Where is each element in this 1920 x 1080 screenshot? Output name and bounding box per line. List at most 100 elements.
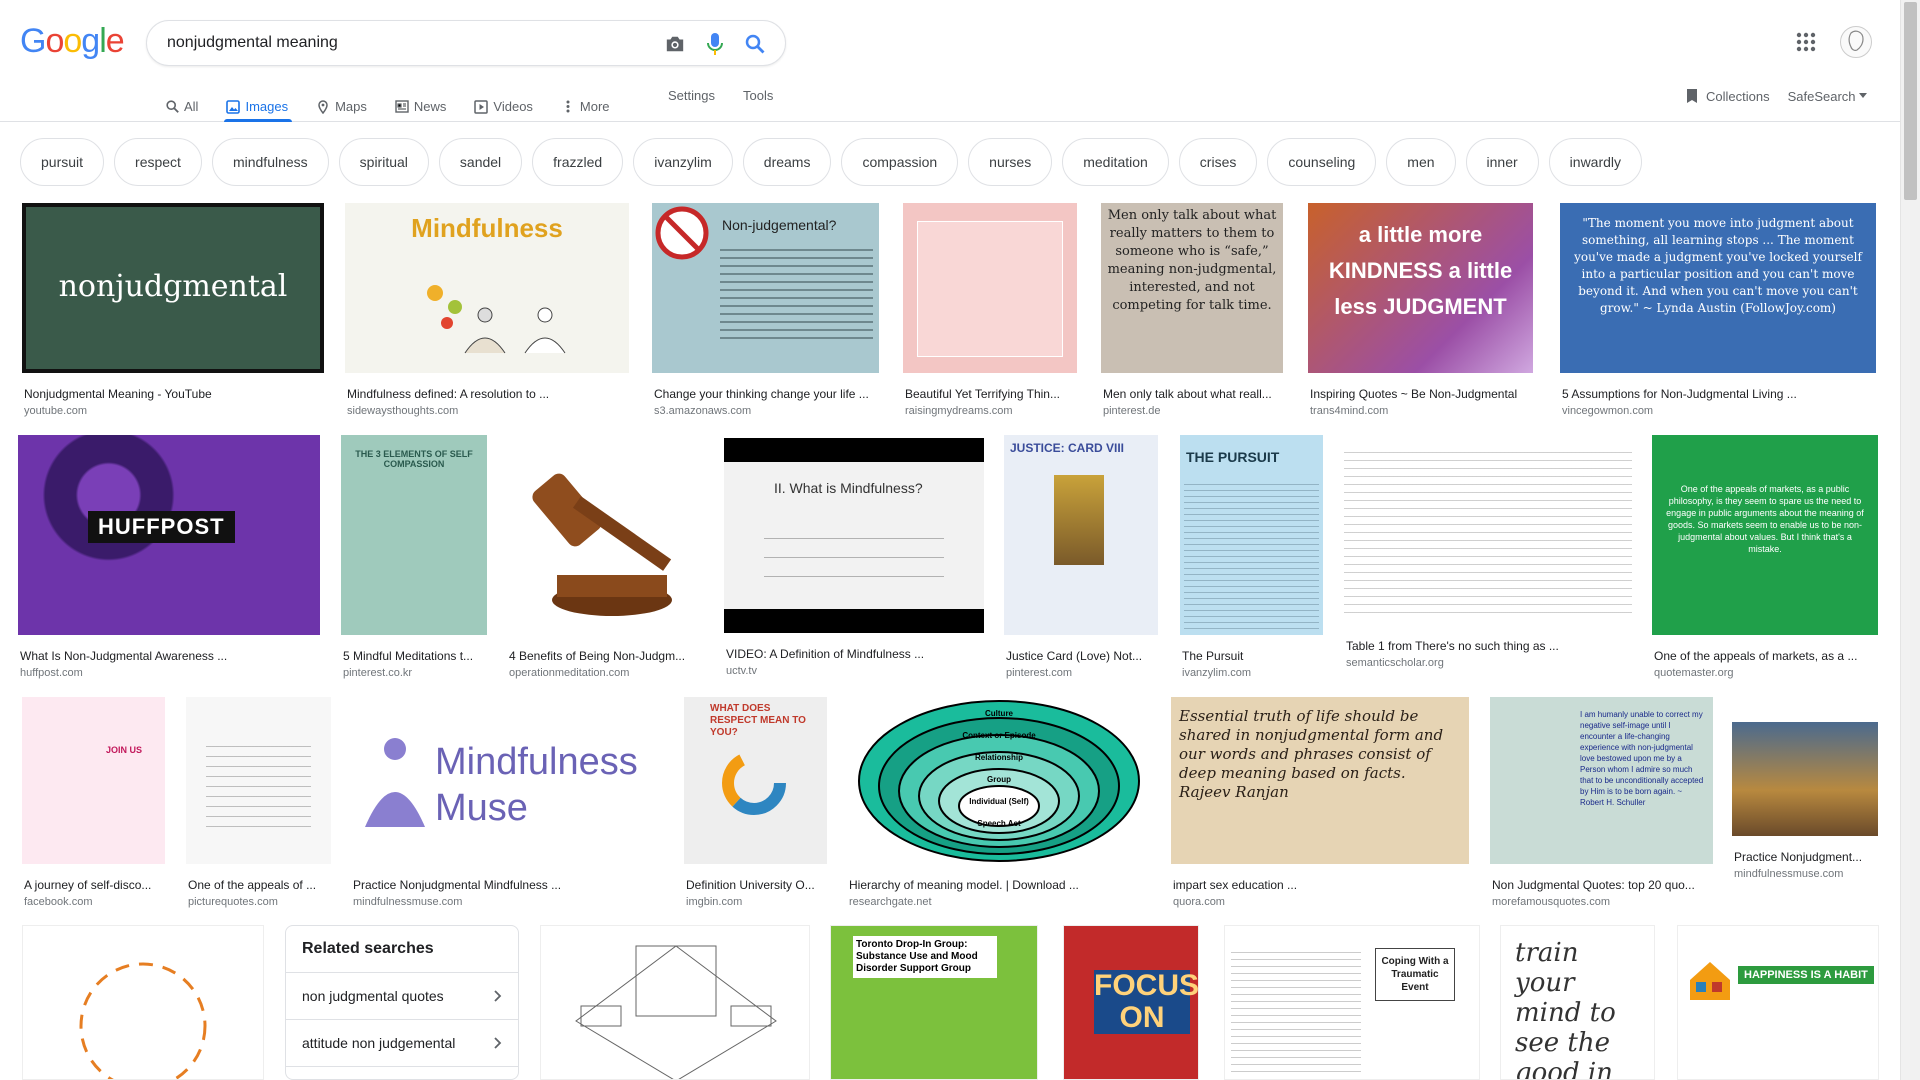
image-title[interactable]: One of the appeals of markets, as a ... [1654, 649, 1876, 663]
image-result[interactable]: WHAT DOES RESPECT MEAN TO YOU? Definition… [684, 697, 827, 920]
tab-news[interactable]: News [395, 88, 446, 122]
image-thumbnail[interactable]: Men only talk about what really matters … [1101, 203, 1283, 373]
image-source[interactable]: huffpost.com [20, 667, 83, 679]
image-thumbnail[interactable]: II. What is Mindfulness? [724, 438, 984, 633]
search-icon[interactable] [743, 32, 767, 56]
apps-grid-icon[interactable] [1794, 30, 1818, 54]
camera-icon[interactable] [663, 32, 687, 56]
tab-videos[interactable]: Videos [474, 88, 533, 122]
image-thumbnail[interactable]: Non-judgemental? [652, 203, 879, 373]
image-source[interactable]: quotemaster.org [1654, 667, 1734, 679]
image-source[interactable]: quora.com [1173, 896, 1225, 908]
image-thumbnail[interactable]: "The moment you move into judgment about… [1560, 203, 1876, 373]
image-title[interactable]: Definition University O... [686, 878, 825, 892]
image-source[interactable]: uctv.tv [726, 665, 757, 677]
chip-dreams[interactable]: dreams [742, 138, 832, 186]
image-source[interactable]: pinterest.co.kr [343, 667, 412, 679]
related-search-item[interactable] [286, 1066, 518, 1080]
image-result[interactable]: Mindfulness Muse Practice Nonjudgmental M… [351, 697, 663, 920]
image-thumbnail[interactable] [507, 435, 704, 635]
image-thumbnail[interactable] [1732, 722, 1878, 836]
chip-frazzled[interactable]: frazzled [532, 138, 624, 186]
image-source[interactable]: pinterest.com [1006, 667, 1072, 679]
image-source[interactable]: trans4mind.com [1310, 405, 1388, 417]
image-thumbnail[interactable]: FOCUS ON [1063, 925, 1199, 1080]
chip-counseling[interactable]: counseling [1267, 138, 1377, 186]
collections-button[interactable]: Collections [1686, 88, 1770, 104]
image-thumbnail[interactable]: One of the appeals of markets, as a publ… [1652, 435, 1878, 635]
image-thumbnail[interactable] [22, 925, 264, 1080]
image-thumbnail[interactable] [540, 925, 810, 1080]
search-input[interactable] [167, 32, 647, 54]
image-thumbnail[interactable] [903, 203, 1077, 373]
image-thumbnail[interactable]: Coping With a Traumatic Event [1224, 925, 1480, 1080]
related-search-item[interactable]: non judgmental quotes [286, 972, 518, 1018]
image-result[interactable]: 4 Benefits of Being Non-Judgm... operatio… [507, 435, 704, 691]
image-title[interactable]: The Pursuit [1182, 649, 1321, 663]
google-logo[interactable]: Google [20, 22, 125, 61]
tab-images[interactable]: Images [224, 88, 292, 122]
image-result[interactable]: JOIN US A journey of self-disco... faceboo… [22, 697, 165, 920]
tab-more[interactable]: More [561, 88, 610, 122]
image-result[interactable]: Practice Nonjudgment... mindfulnessmuse.c… [1732, 722, 1878, 892]
image-source[interactable]: picturequotes.com [188, 896, 278, 908]
chip-meditation[interactable]: meditation [1062, 138, 1169, 186]
image-source[interactable]: semanticscholar.org [1346, 657, 1444, 669]
image-source[interactable]: mindfulnessmuse.com [353, 896, 462, 908]
scrollbar-thumb[interactable] [1904, 2, 1917, 200]
chip-crises[interactable]: crises [1178, 138, 1258, 186]
image-title[interactable]: What Is Non-Judgmental Awareness ... [20, 649, 318, 663]
image-source[interactable]: operationmeditation.com [509, 667, 629, 679]
image-source[interactable]: raisingmydreams.com [905, 405, 1013, 417]
image-result[interactable]: Men only talk about what really matters … [1101, 203, 1283, 429]
chip-inwardly[interactable]: inwardly [1548, 138, 1643, 186]
image-title[interactable]: 5 Mindful Meditations t... [343, 649, 485, 663]
chip-pursuit[interactable]: pursuit [20, 138, 105, 186]
image-title[interactable]: impart sex education ... [1173, 878, 1467, 892]
chip-sandel[interactable]: sandel [438, 138, 523, 186]
image-result[interactable]: HUFFPOST What Is Non-Judgmental Awareness… [18, 435, 320, 691]
image-thumbnail[interactable]: THE 3 ELEMENTS OF SELF COMPASSION [341, 435, 487, 635]
image-title[interactable]: Change your thinking change your life ..… [654, 387, 877, 401]
image-source[interactable]: pinterest.de [1103, 405, 1160, 417]
image-thumbnail[interactable]: nonjudgmental [22, 203, 324, 373]
image-thumbnail[interactable]: HUFFPOST [18, 435, 320, 635]
image-thumbnail[interactable]: Mindfulness [345, 203, 629, 373]
image-thumbnail[interactable]: THE PURSUIT [1180, 435, 1323, 635]
page-scrollbar[interactable] [1900, 0, 1920, 1080]
chip-men[interactable]: men [1386, 138, 1456, 186]
image-result[interactable]: Table 1 from There's no such thing as ..… [1344, 435, 1632, 681]
microphone-icon[interactable] [703, 32, 727, 56]
image-source[interactable]: ivanzylim.com [1182, 667, 1251, 679]
image-title[interactable]: Inspiring Quotes ~ Be Non-Judgmental [1310, 387, 1531, 401]
image-result[interactable]: One of the appeals of ... picturequotes.c… [186, 697, 331, 920]
image-title[interactable]: Hierarchy of meaning model. | Download .… [849, 878, 1149, 892]
chip-spiritual[interactable]: spiritual [338, 138, 429, 186]
image-result[interactable]: Beautiful Yet Terrifying Thin... raisingm… [903, 203, 1077, 429]
image-source[interactable]: mindfulnessmuse.com [1734, 868, 1843, 880]
image-result[interactable]: THE PURSUIT The Pursuit ivanzylim.com [1180, 435, 1323, 691]
chip-nurses[interactable]: nurses [968, 138, 1053, 186]
chip-inner[interactable]: inner [1465, 138, 1539, 186]
search-box[interactable] [146, 20, 786, 66]
chip-respect[interactable]: respect [114, 138, 202, 186]
image-title[interactable]: Table 1 from There's no such thing as ..… [1346, 639, 1630, 653]
image-title[interactable]: Men only talk about what reall... [1103, 387, 1281, 401]
image-title[interactable]: VIDEO: A Definition of Mindfulness ... [726, 647, 982, 661]
image-source[interactable]: imgbin.com [686, 896, 742, 908]
image-result[interactable]: I am humanly unable to correct my negati… [1490, 697, 1713, 920]
image-thumbnail[interactable] [186, 697, 331, 864]
image-title[interactable]: Mindfulness defined: A resolution to ... [347, 387, 627, 401]
image-thumbnail[interactable]: Culture Context or Episode Relationship Gro… [847, 697, 1151, 864]
image-title[interactable]: Practice Nonjudgment... [1734, 850, 1876, 864]
image-result[interactable]: Non-judgemental? Change your thinking cha… [652, 203, 879, 429]
image-source[interactable]: sidewaysthoughts.com [347, 405, 458, 417]
image-title[interactable]: 4 Benefits of Being Non-Judgm... [509, 649, 702, 663]
image-title[interactable]: Non Judgmental Quotes: top 20 quo... [1492, 878, 1711, 892]
avatar[interactable] [1840, 26, 1872, 58]
image-title[interactable]: Beautiful Yet Terrifying Thin... [905, 387, 1075, 401]
image-title[interactable]: Justice Card (Love) Not... [1006, 649, 1156, 663]
image-source[interactable]: s3.amazonaws.com [654, 405, 751, 417]
image-result[interactable]: Essential truth of life should be shared… [1171, 697, 1469, 920]
tools-link[interactable]: Tools [743, 88, 773, 103]
